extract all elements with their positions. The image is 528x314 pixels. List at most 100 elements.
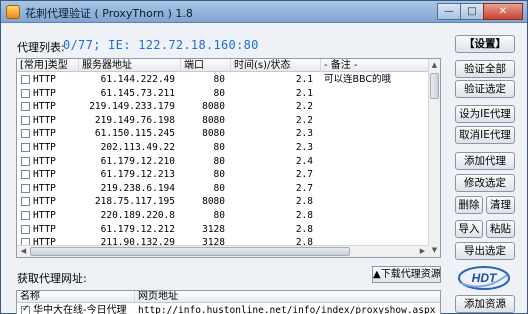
proxy-table-vertical-scrollbar[interactable]: ▲ ▼ — [428, 59, 440, 257]
table-row[interactable]: HTTP 61.145.73.211 80 2.1 — [17, 87, 429, 101]
table-row[interactable]: HTTP 219.149.233.179 8080 2.2 — [17, 100, 429, 114]
close-button[interactable]: ✕ — [483, 3, 523, 20]
row-checkbox[interactable] — [21, 170, 30, 180]
column-header-type[interactable]: [常用]类型 — [17, 59, 79, 72]
table-row[interactable]: HTTP 218.75.117.195 8080 2.8 — [17, 195, 429, 209]
proxy-table[interactable]: [常用]类型 服务器地址 端口 时间(s)/状态 - 备注 - HTTP 61.1… — [16, 58, 441, 258]
cancel-ie-proxy-button[interactable]: 取消IE代理 — [455, 126, 515, 144]
row-checkbox[interactable] — [21, 224, 30, 234]
settings-button[interactable]: 【设置】 — [455, 35, 515, 53]
cell-note — [321, 87, 429, 101]
cell-state: 2.1 — [295, 74, 313, 85]
column-header-port[interactable]: 端口 — [181, 59, 231, 72]
scroll-right-icon[interactable]: ▶ — [417, 246, 428, 257]
delete-button[interactable]: 删除 — [455, 196, 483, 214]
title-bar[interactable]: 花刺代理验证 ( ProxyThorn ) 1.8 — □ ✕ — [1, 1, 527, 23]
cell-type: HTTP — [33, 101, 56, 113]
table-row[interactable]: HTTP 219.149.76.198 8080 2.2 — [17, 114, 429, 128]
row-checkbox[interactable] — [21, 88, 30, 98]
verify-all-button[interactable]: 验证全部 — [455, 60, 515, 78]
cell-port: 80 — [213, 209, 225, 221]
cell-address: 61.145.73.211 — [100, 87, 175, 99]
row-checkbox[interactable] — [21, 129, 30, 139]
cell-port: 80 — [213, 87, 225, 99]
cell-type: HTTP — [33, 209, 56, 221]
cell-type: HTTP — [33, 128, 56, 140]
table-row[interactable]: HTTP 61.179.12.213 80 2.7 — [17, 168, 429, 182]
table-row[interactable]: HTTP 219.238.6.194 80 2.7 — [17, 182, 429, 196]
column-header-url[interactable]: 网页地址 — [135, 291, 440, 303]
download-sources-link[interactable]: ▲下载代理资源 — [372, 266, 441, 283]
scroll-thumb[interactable] — [430, 73, 439, 99]
proxy-table-horizontal-scrollbar[interactable]: ◀ ▶ — [17, 245, 429, 257]
cell-state: 2.1 — [295, 87, 313, 99]
add-proxy-button[interactable]: 添加代理 — [455, 152, 515, 170]
table-row[interactable]: HTTP 220.189.220.8 80 2.8 — [17, 209, 429, 223]
cell-note — [321, 168, 429, 182]
cell-port: 80 — [213, 141, 225, 153]
maximize-button[interactable]: □ — [460, 3, 484, 20]
fetch-url-label: 获取代理网址: — [17, 272, 87, 285]
table-row[interactable]: HTTP 61.179.12.212 3128 2.8 — [17, 223, 429, 237]
hdt-logo: HDT — [458, 266, 510, 290]
row-checkbox[interactable] — [21, 115, 30, 125]
column-header-state[interactable]: 时间(s)/状态 — [231, 59, 321, 72]
export-selected-button[interactable]: 导出选定 — [455, 242, 515, 260]
cell-state: 2.7 — [295, 169, 313, 181]
row-checkbox[interactable] — [21, 156, 30, 166]
cell-state: 2.3 — [295, 128, 313, 140]
edit-selected-button[interactable]: 修改选定 — [455, 174, 515, 192]
row-checkbox[interactable] — [21, 102, 30, 112]
clean-button[interactable]: 清理 — [486, 196, 515, 214]
cell-address: 218.75.117.195 — [94, 196, 175, 208]
cell-port: 8080 — [202, 128, 225, 140]
scroll-down-icon[interactable]: ▼ — [429, 245, 440, 256]
row-checkbox[interactable] — [21, 75, 30, 84]
minimize-button[interactable]: — — [437, 3, 461, 20]
scroll-left-icon[interactable]: ◀ — [18, 246, 29, 257]
cell-note — [321, 141, 429, 155]
cell-type: HTTP — [33, 223, 56, 235]
cell-state: 2.3 — [295, 141, 313, 153]
column-header-address[interactable]: 服务器地址 — [79, 59, 181, 72]
source-row[interactable]: 华中大在线-今日代理 http://info.hustonline.net/in… — [17, 304, 440, 314]
cell-address: 219.149.233.179 — [89, 101, 175, 113]
row-checkbox[interactable] — [21, 197, 30, 207]
add-source-button[interactable]: 添加资源 — [455, 295, 515, 313]
table-row[interactable]: HTTP 61.179.12.210 80 2.4 — [17, 155, 429, 169]
cell-port: 80 — [213, 155, 225, 167]
app-icon — [6, 5, 20, 19]
verify-selected-button[interactable]: 验证选定 — [455, 80, 515, 98]
paste-button[interactable]: 粘贴 — [486, 220, 515, 238]
cell-type: HTTP — [33, 114, 56, 126]
proxy-table-header: [常用]类型 服务器地址 端口 时间(s)/状态 - 备注 - — [17, 59, 429, 72]
cell-state: 2.2 — [295, 101, 313, 113]
cell-port: 8080 — [202, 196, 225, 208]
cell-state: 2.7 — [295, 182, 313, 194]
main-window: 花刺代理验证 ( ProxyThorn ) 1.8 — □ ✕ 代理列表: 0/… — [0, 0, 528, 314]
cell-address: 219.149.76.198 — [94, 114, 175, 126]
cell-port: 3128 — [202, 223, 225, 235]
table-row[interactable]: HTTP 202.113.49.22 80 2.3 — [17, 141, 429, 155]
cell-note — [321, 223, 429, 237]
row-checkbox[interactable] — [21, 142, 30, 152]
column-header-note[interactable]: - 备注 - — [321, 59, 429, 72]
cell-address: 202.113.49.22 — [100, 141, 175, 153]
scroll-up-icon[interactable]: ▲ — [429, 60, 440, 71]
column-header-name[interactable]: 名称 — [17, 291, 135, 303]
source-checkbox[interactable] — [21, 304, 30, 314]
table-row[interactable]: HTTP 61.144.222.49 80 2.1 可以连BBC的哦 — [17, 73, 429, 87]
import-button[interactable]: 导入 — [455, 220, 483, 238]
row-checkbox[interactable] — [21, 210, 30, 220]
source-table[interactable]: 名称 网页地址 华中大在线-今日代理 http://info.hustonlin… — [16, 290, 441, 314]
proxy-table-body: HTTP 61.144.222.49 80 2.1 可以连BBC的哦 HTTP 61.145… — [17, 73, 429, 250]
row-checkbox[interactable] — [21, 183, 30, 193]
table-row[interactable]: HTTP 61.150.115.245 8080 2.3 — [17, 127, 429, 141]
cell-type: HTTP — [33, 141, 56, 153]
source-name: 华中大在线-今日代理 — [33, 305, 127, 314]
hscroll-thumb[interactable] — [30, 247, 350, 256]
window-title: 花刺代理验证 ( ProxyThorn ) 1.8 — [25, 7, 193, 20]
cell-address: 61.179.12.213 — [100, 169, 175, 181]
set-ie-proxy-button[interactable]: 设为IE代理 — [455, 105, 515, 123]
cell-type: HTTP — [33, 74, 56, 85]
